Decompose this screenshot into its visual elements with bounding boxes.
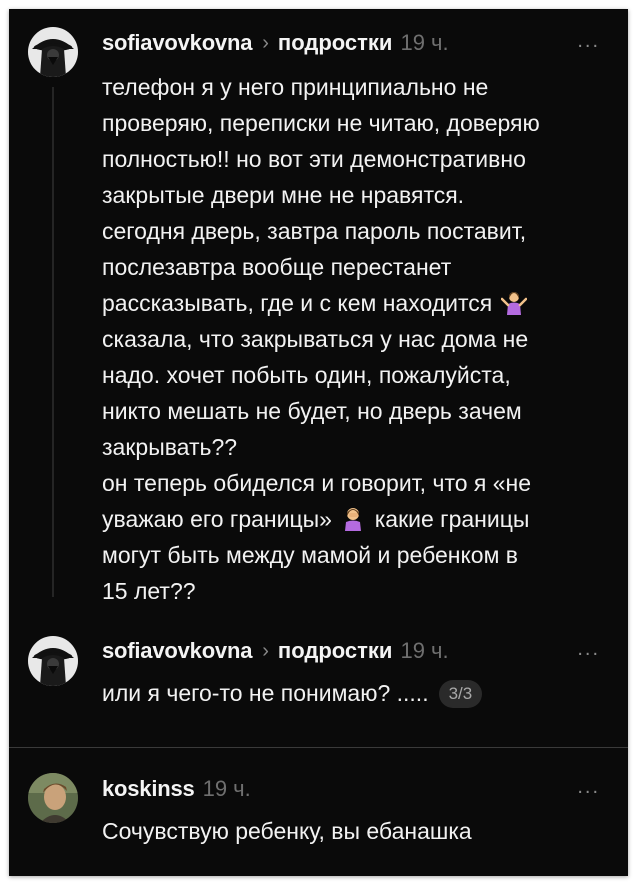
comment-header: koskinss 19 ч. xyxy=(102,774,251,804)
group-name[interactable]: подростки xyxy=(278,638,393,664)
comment-2: sofiavovkovna › подростки 19 ч. ... или … xyxy=(9,619,628,745)
divider xyxy=(9,747,628,748)
text-line: 15 лет?? xyxy=(102,578,196,604)
text-line: полностью!! но вот эти демонстративно xyxy=(102,146,526,172)
page-counter-badge: 3/3 xyxy=(438,680,483,708)
text-line: закрывать?? xyxy=(102,434,238,460)
text-line: рассказывать, где и с кем находится xyxy=(102,290,493,316)
comment-header: sofiavovkovna › подростки 19 ч. xyxy=(102,636,449,666)
person-shrugging-emoji-icon xyxy=(500,289,527,315)
more-options-icon[interactable]: ... xyxy=(577,31,600,51)
text-line: проверяю, переписки не читаю, доверяю xyxy=(102,110,540,136)
timestamp: 19 ч. xyxy=(202,776,251,801)
text-line: могут быть между мамой и ребенком в xyxy=(102,542,519,568)
user-avatar[interactable] xyxy=(28,773,78,823)
text-line: какие границы xyxy=(374,506,530,532)
text-line: послезавтра вообще перестанет xyxy=(102,254,452,280)
comment-text: или я чего-то не понимаю? ..... 3/3 xyxy=(102,675,602,711)
comment-3: koskinss 19 ч. ... Сочувствую ребенку, в… xyxy=(9,749,628,876)
text-line: никто мешать не будет, но дверь зачем xyxy=(102,398,522,424)
hooded-figure-avatar-icon xyxy=(28,636,78,686)
person-facepalming-emoji-icon xyxy=(340,505,366,531)
group-name[interactable]: подростки xyxy=(278,30,393,56)
user-avatar[interactable] xyxy=(28,27,78,77)
username[interactable]: sofiavovkovna xyxy=(102,638,252,664)
comment-text: Сочувствую ребенку, вы ебанашка xyxy=(102,813,602,849)
comment-feed: sofiavovkovna › подростки 19 ч. ... теле… xyxy=(9,9,628,876)
text-line: телефон я у него принципиально не xyxy=(102,74,489,100)
username[interactable]: koskinss xyxy=(102,776,195,802)
chevron-right-icon: › xyxy=(262,639,269,662)
text-line: надо. хочет побыть один, пожалуйста, xyxy=(102,362,511,388)
text-line: он теперь обиделся и говорит, что я «не xyxy=(102,470,532,496)
text-line: закрытые двери мне не нравятся. xyxy=(102,182,465,208)
thread-line xyxy=(52,87,54,597)
comment-text: телефон я у него принципиально не провер… xyxy=(102,69,602,609)
hooded-figure-avatar-icon xyxy=(28,27,78,77)
timestamp: 19 ч. xyxy=(400,30,449,55)
text-line: или я чего-то не понимаю? ..... xyxy=(102,680,429,706)
user-avatar[interactable] xyxy=(28,636,78,686)
text-line: Сочувствую ребенку, вы ебанашка xyxy=(102,818,472,844)
text-line: сказала, что закрываться у нас дома не xyxy=(102,326,529,352)
comment-1: sofiavovkovna › подростки 19 ч. ... теле… xyxy=(9,9,628,609)
more-options-icon[interactable]: ... xyxy=(577,639,600,659)
text-line: уважаю его границы» xyxy=(102,506,332,532)
more-options-icon[interactable]: ... xyxy=(577,777,600,797)
chevron-right-icon: › xyxy=(262,31,269,54)
comment-header: sofiavovkovna › подростки 19 ч. xyxy=(102,28,449,58)
text-line: сегодня дверь, завтра пароль поставит, xyxy=(102,218,527,244)
man-portrait-avatar-icon xyxy=(28,773,78,823)
timestamp: 19 ч. xyxy=(400,638,449,663)
username[interactable]: sofiavovkovna xyxy=(102,30,252,56)
